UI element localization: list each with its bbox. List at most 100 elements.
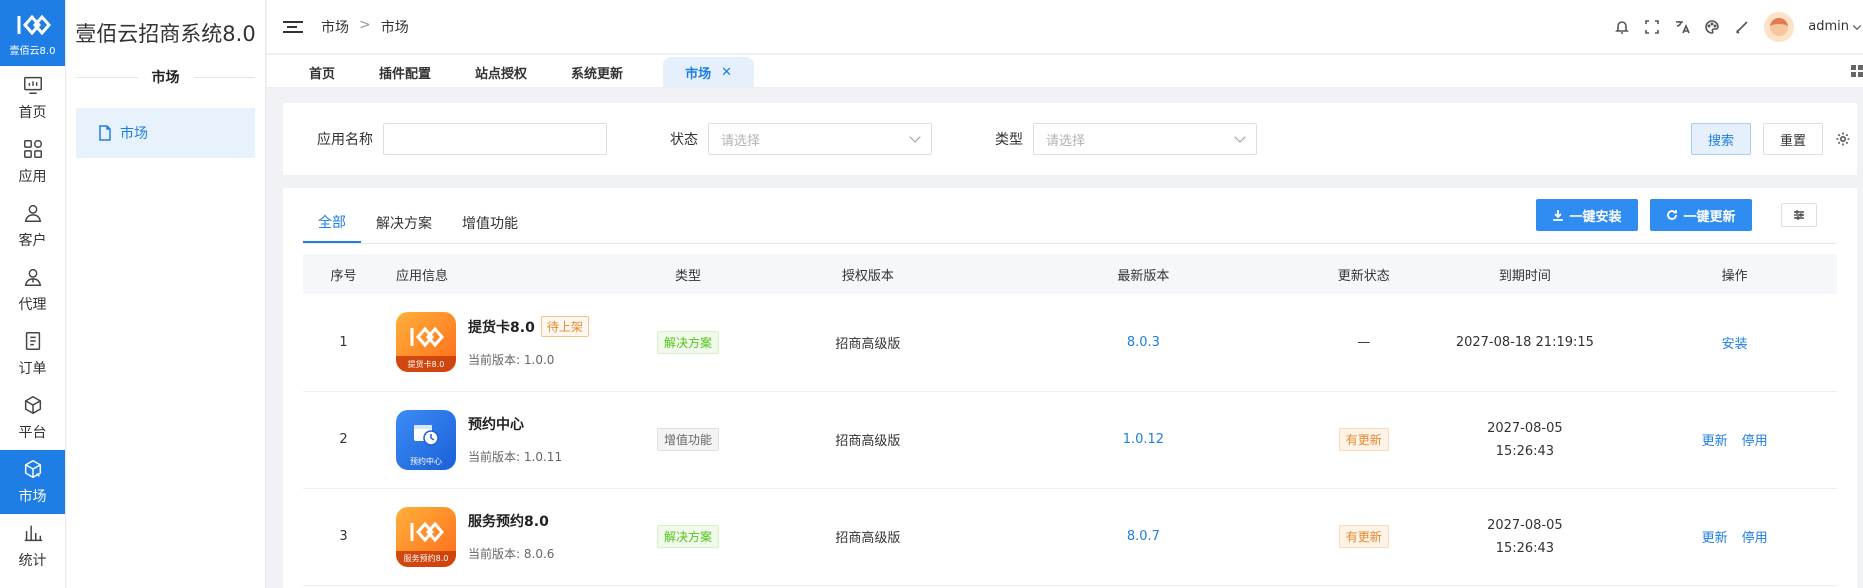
update-status: —: [1310, 294, 1418, 392]
bell-icon[interactable]: [1614, 19, 1630, 35]
current-version: 当前版本: 1.0.0: [468, 353, 555, 368]
rail-item-label: 平台: [18, 425, 47, 441]
rail-item-label: 订单: [18, 361, 47, 377]
rail-item-label: 统计: [18, 553, 47, 569]
install-link[interactable]: 安装: [1722, 333, 1748, 352]
category-tab-addons[interactable]: 增值功能: [447, 203, 533, 243]
app-logo-icon: 提货卡8.0: [396, 312, 457, 373]
app-logo-caption: 预约中心: [410, 457, 443, 466]
tab-plugin-config[interactable]: 插件配置: [357, 57, 453, 87]
fullscreen-icon[interactable]: [1644, 19, 1660, 35]
rail-item-market[interactable]: 市场: [0, 450, 65, 514]
app-table: 序号 应用信息 类型 授权版本 最新版本 更新状态 到期时间 操作 1 提货卡8…: [303, 254, 1837, 586]
order-icon: [25, 332, 40, 350]
expire-time: 2027-08-05 15:26:43: [1417, 391, 1633, 489]
brand-logo[interactable]: 壹佰云8.0: [0, 0, 65, 66]
app-name-input[interactable]: [383, 123, 607, 155]
secondary-sidebar: 壹佰云招商系统8.0 市场 市场: [66, 0, 266, 588]
translate-icon[interactable]: [1674, 19, 1691, 35]
type-tag: 解决方案: [656, 330, 719, 354]
grid-menu-icon[interactable]: [1851, 65, 1863, 77]
apps-grid-icon: [23, 140, 42, 158]
category-tab-solutions[interactable]: 解决方案: [361, 203, 447, 243]
market-box-icon: [24, 459, 41, 479]
gear-icon[interactable]: [1835, 131, 1851, 147]
brush-icon[interactable]: [1734, 19, 1750, 35]
filter-panel: 应用名称 状态 请选择 类型 请选择 搜索 重置: [283, 103, 1857, 175]
table-row: 1 提货卡8.0 提货卡8.0 待上架 当前版本: 1.0.0 解决方案 招商高…: [303, 294, 1837, 392]
user-icon: [24, 204, 41, 222]
app-info: 服务预约8.0 服务预约8.0 当前版本: 8.0.6: [396, 506, 617, 567]
rail-item-agents[interactable]: 代理: [0, 258, 65, 322]
market-panel: 全部 解决方案 增值功能 一键安装 一键更新 序号 应用信息 类型 授权版本 最…: [283, 188, 1857, 588]
sidebar-item-label: 市场: [120, 126, 148, 142]
breadcrumb-item[interactable]: 市场: [321, 17, 349, 37]
app-name: 服务预约8.0: [468, 514, 549, 530]
tab-site-auth[interactable]: 站点授权: [453, 57, 549, 87]
table-row: 3 服务预约8.0 服务预约8.0 当前版本: 8.0.6 解决方案 招商高级版…: [303, 488, 1837, 586]
latest-version: 8.0.3: [1126, 334, 1160, 350]
update-link[interactable]: 更新: [1702, 527, 1728, 546]
rail-item-home[interactable]: 首页: [0, 66, 65, 130]
column-header: 到期时间: [1417, 254, 1633, 294]
breadcrumb: 市场 > 市场: [321, 17, 409, 37]
table-header-row: 序号 应用信息 类型 授权版本 最新版本 更新状态 到期时间 操作: [303, 254, 1837, 294]
chevron-down-icon: [909, 131, 921, 143]
row-number: 3: [303, 488, 385, 586]
calendar-clock-icon: 预约中心: [396, 409, 457, 470]
app-logo-caption: 服务预约8.0: [396, 550, 457, 567]
expire-time: 2027-08-18 21:19:15: [1417, 294, 1633, 392]
tab-home[interactable]: 首页: [287, 57, 357, 87]
monitor-icon: [23, 76, 42, 94]
breadcrumb-item: 市场: [380, 19, 409, 36]
update-link[interactable]: 更新: [1702, 430, 1728, 449]
status-select[interactable]: 请选择: [708, 123, 932, 155]
update-all-button[interactable]: 一键更新: [1650, 199, 1752, 231]
username: admin: [1808, 19, 1849, 34]
column-settings-button[interactable]: [1781, 203, 1817, 227]
app-name: 预约中心: [468, 417, 525, 433]
column-header: 操作: [1632, 254, 1837, 294]
category-tab-all[interactable]: 全部: [303, 203, 361, 243]
disable-link[interactable]: 停用: [1742, 527, 1768, 546]
refresh-icon: [1667, 210, 1678, 220]
latest-version: 1.0.12: [1122, 432, 1165, 447]
column-header: 序号: [303, 254, 385, 294]
menu-toggle-icon[interactable]: [283, 17, 303, 37]
rail-item-apps[interactable]: 应用: [0, 130, 65, 194]
avatar[interactable]: [1764, 11, 1795, 42]
palette-icon[interactable]: [1704, 19, 1720, 35]
header-actions: admin: [1614, 11, 1863, 42]
disable-link[interactable]: 停用: [1742, 430, 1768, 449]
document-icon: [99, 125, 111, 141]
rail-item-label: 首页: [18, 105, 47, 121]
user-menu[interactable]: admin: [1808, 19, 1863, 34]
close-icon[interactable]: ✕: [721, 65, 732, 80]
sidebar-item-market[interactable]: 市场: [76, 108, 255, 158]
tab-market[interactable]: 市场 ✕: [663, 57, 754, 87]
reset-button[interactable]: 重置: [1762, 123, 1823, 155]
type-tag: 增值功能: [656, 428, 719, 451]
logo-text: 壹佰云8.0: [9, 45, 56, 57]
column-header: 更新状态: [1310, 254, 1418, 294]
rail-item-customers[interactable]: 客户: [0, 194, 65, 258]
type-select[interactable]: 请选择: [1033, 123, 1257, 155]
expire-time: 2027-08-05 15:26:43: [1417, 488, 1633, 586]
type-placeholder: 请选择: [1046, 133, 1086, 149]
chevron-down-icon: [1852, 24, 1862, 30]
column-header: 最新版本: [976, 254, 1311, 294]
search-button[interactable]: 搜索: [1690, 123, 1751, 155]
rail-item-stats[interactable]: 统计: [0, 514, 65, 578]
install-all-button[interactable]: 一键安装: [1536, 199, 1638, 231]
system-title: 壹佰云招商系统8.0: [75, 22, 256, 46]
tab-system-update[interactable]: 系统更新: [549, 57, 645, 87]
rail-item-orders[interactable]: 订单: [0, 322, 65, 386]
update-status-tag: 有更新: [1338, 428, 1389, 451]
rail-item-platform[interactable]: 平台: [0, 386, 65, 450]
app-name-label: 应用名称: [317, 132, 373, 148]
status-placeholder: 请选择: [721, 133, 761, 149]
agent-icon: [24, 268, 41, 286]
page-tabs: 首页 插件配置 站点授权 系统更新 市场 ✕: [267, 55, 1863, 88]
status-badge: 待上架: [540, 316, 589, 338]
rail-item-label: 市场: [18, 489, 47, 505]
